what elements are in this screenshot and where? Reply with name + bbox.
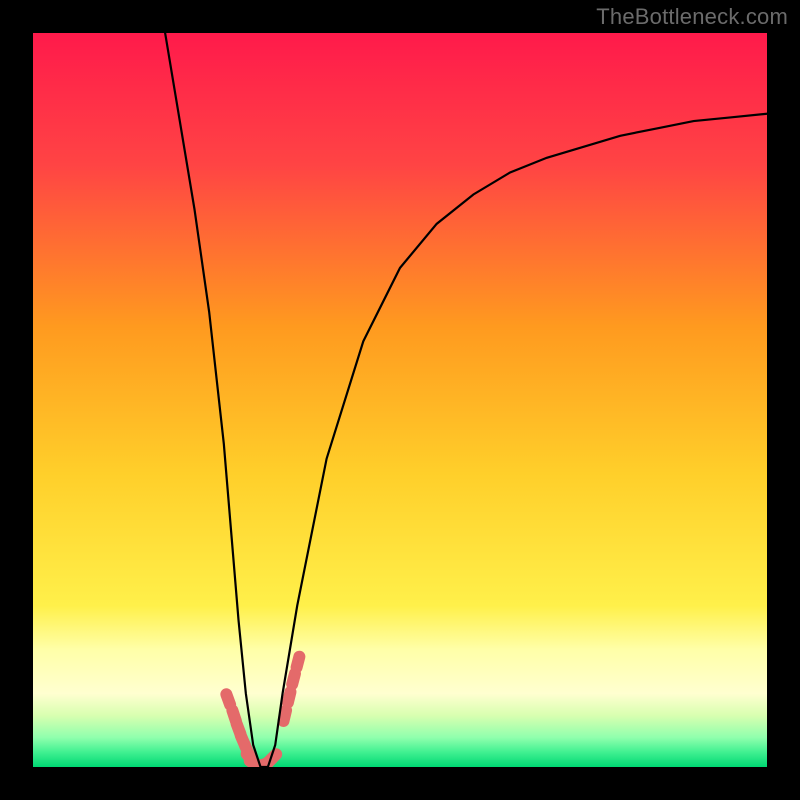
plot-area [33,33,767,767]
watermark-label: TheBottleneck.com [596,4,788,30]
highlight-dash [297,657,300,668]
highlight-dash [226,694,230,704]
highlight-dash [292,674,295,685]
gradient-background [33,33,767,767]
bottleneck-chart [33,33,767,767]
highlight-dash [288,692,291,703]
chart-frame: TheBottleneck.com [0,0,800,800]
highlight-dash [283,710,286,721]
